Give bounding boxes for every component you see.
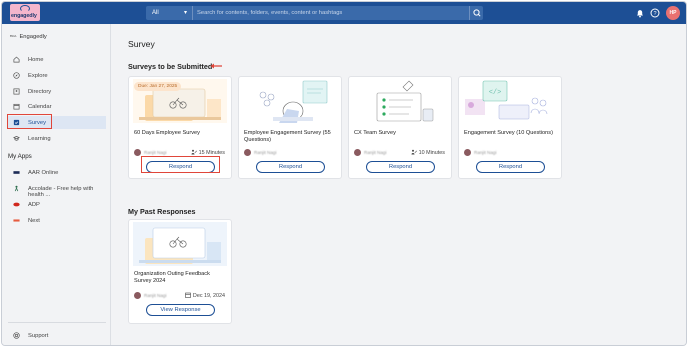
response-date: Dec 19, 2024: [185, 292, 225, 299]
survey-duration: 10 Minutes: [411, 149, 445, 156]
survey-card[interactable]: </> Engagement Survey (10 Questions) Ran…: [458, 76, 562, 179]
engagedly-logo[interactable]: engagedly: [10, 4, 40, 21]
sidebar-divider: [8, 322, 106, 323]
people-icon: [191, 149, 197, 155]
home-icon: [13, 56, 20, 63]
survey-illustration: [353, 79, 447, 123]
creator-avatar: [134, 292, 141, 299]
calendar-icon: [13, 103, 20, 110]
surveys-to-submit-heading: Surveys to be Submitted: [128, 62, 213, 71]
search-button[interactable]: [469, 6, 483, 20]
search-scope-select[interactable]: All ▾: [146, 6, 193, 20]
survey-illustration: </>: [463, 79, 557, 123]
creator-name: Ranjit Nagi: [474, 150, 497, 155]
app-item-adp[interactable]: ADP: [8, 198, 106, 211]
svg-text:</>: </>: [489, 89, 502, 97]
past-response-card[interactable]: Organization Outing Feedback Survey 2024…: [128, 219, 232, 324]
sidebar-item-learning[interactable]: Learning: [8, 132, 106, 145]
survey-title: Engagement Survey (10 Questions): [464, 130, 553, 136]
aar-icon: [13, 171, 20, 174]
people-icon: [411, 149, 417, 155]
respond-button[interactable]: Respond: [476, 161, 545, 173]
survey-title: Employee Engagement Survey (55 Questions…: [244, 130, 331, 144]
respond-button[interactable]: Respond: [256, 161, 325, 173]
survey-illustration: [133, 222, 227, 266]
sidebar-item-directory[interactable]: Directory: [8, 85, 106, 98]
search-bar: All ▾: [146, 6, 483, 20]
past-responses-heading: My Past Responses: [128, 207, 196, 216]
main-content: Survey Surveys to be Submitted Due: Jan …: [112, 24, 686, 345]
sidebar: ᴱᴺᴳᴬ Engagedly Home Explore Directory Cal…: [2, 24, 111, 345]
app-item-aar-online[interactable]: AAR Online: [8, 166, 106, 179]
app-item-accolade[interactable]: Accolade - Free help with health ...: [8, 182, 106, 198]
sidebar-item-home[interactable]: Home: [8, 53, 106, 66]
survey-highlight-box: [7, 114, 52, 129]
search-icon: [473, 9, 481, 17]
chevron-down-icon: ▾: [183, 10, 187, 16]
sidebar-item-calendar[interactable]: Calendar: [8, 100, 106, 113]
creator-avatar: [134, 149, 141, 156]
creator-name: Ranjit Nagi: [144, 293, 167, 298]
svg-text:?: ?: [653, 11, 656, 17]
compass-icon: [13, 72, 20, 79]
my-apps-heading: My Apps: [8, 153, 32, 160]
search-input[interactable]: [197, 6, 465, 20]
survey-card[interactable]: CX Team Survey Ranjit Nagi 10 Minutes Re…: [348, 76, 452, 179]
annotation-arrow-icon: [210, 63, 222, 69]
adp-icon: [13, 202, 20, 207]
app-item-next[interactable]: Next: [8, 214, 106, 227]
survey-title: Organization Outing Feedback Survey 2024: [134, 271, 210, 285]
app-window: engagedly All ▾ ? HP ᴱᴺᴳᴬEngagedly Home …: [1, 1, 687, 346]
creator-avatar: [354, 149, 361, 156]
survey-card[interactable]: Employee Engagement Survey (55 Questions…: [238, 76, 342, 179]
learning-icon: [13, 136, 20, 141]
survey-title: CX Team Survey: [354, 130, 396, 136]
creator-name: Ranjit Nagi: [144, 150, 167, 155]
top-bar: engagedly All ▾ ? HP: [2, 2, 686, 24]
survey-duration: 15 Minutes: [191, 149, 225, 156]
sidebar-item-support[interactable]: Support: [8, 329, 106, 342]
company-name: ᴱᴺᴳᴬ Engagedly: [10, 34, 47, 40]
view-response-button[interactable]: View Response: [146, 304, 215, 316]
due-date-badge: Due: Jan 27, 2025: [134, 82, 182, 91]
creator-name: Ranjit Nagi: [364, 150, 387, 155]
creator-avatar: [464, 149, 471, 156]
survey-illustration: [243, 79, 337, 123]
respond-button[interactable]: Respond: [366, 161, 435, 173]
survey-card[interactable]: Due: Jan 27, 2025 60 Days Employee Surve…: [128, 76, 232, 179]
calendar-icon: [185, 292, 191, 298]
user-avatar[interactable]: HP: [666, 6, 680, 20]
bell-icon[interactable]: [634, 7, 646, 19]
directory-icon: [13, 88, 20, 95]
next-icon: [13, 219, 20, 222]
page-title: Survey: [128, 39, 155, 49]
respond-highlight-box: [141, 156, 220, 173]
creator-avatar: [244, 149, 251, 156]
support-icon: [13, 332, 20, 339]
survey-title: 60 Days Employee Survey: [134, 130, 200, 136]
sidebar-item-explore[interactable]: Explore: [8, 69, 106, 82]
help-icon[interactable]: ?: [649, 7, 661, 19]
accolade-icon: [14, 185, 19, 192]
creator-name: Ranjit Nagi: [254, 150, 277, 155]
